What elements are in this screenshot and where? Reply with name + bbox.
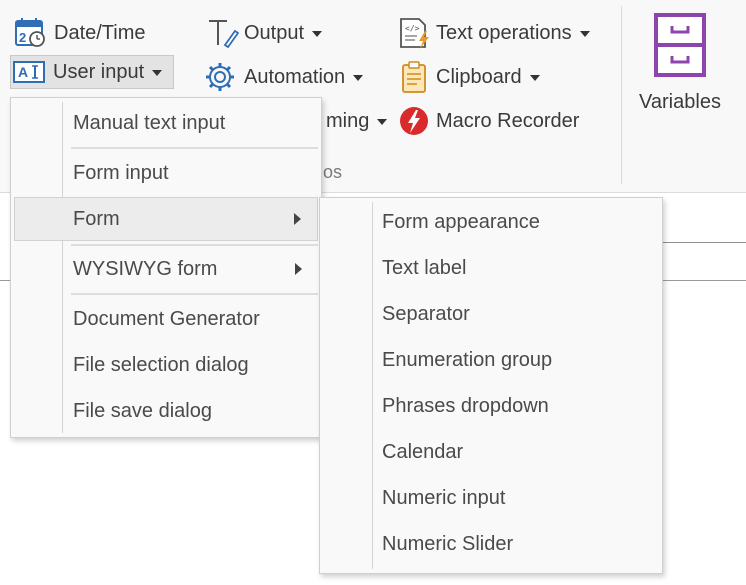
submenu-item-separator[interactable]: Separator (323, 292, 659, 336)
pen-output-icon (204, 16, 240, 50)
text-cursor-icon: A (11, 55, 47, 89)
clipboard-icon (396, 60, 432, 94)
submenu-item-label: Text label (382, 256, 467, 279)
programming-label: ming (326, 109, 370, 132)
submenu-item-calendar[interactable]: Calendar (323, 430, 659, 474)
calendar-icon: 2 (12, 16, 48, 50)
output-label: Output (244, 21, 305, 44)
menu-item-label: Form (73, 207, 120, 230)
menu-item-file-save-dialog[interactable]: File save dialog (14, 389, 318, 433)
submenu-arrow-icon (295, 263, 302, 275)
cabinet-icon (653, 12, 707, 83)
menu-item-manual-text-input[interactable]: Manual text input (14, 101, 318, 145)
menu-item-label: File save dialog (73, 399, 212, 422)
date-time-button[interactable]: 2 Date/Time (12, 16, 146, 50)
submenu-item-label: Phrases dropdown (382, 394, 549, 417)
user-input-menu: Manual text input Form input Form WYSIWY… (10, 97, 322, 438)
automation-button[interactable]: Automation (202, 60, 364, 94)
variables-label: Variables (639, 91, 721, 113)
text-operations-label: Text operations (436, 21, 572, 44)
user-input-button[interactable]: A User input (10, 55, 174, 89)
submenu-item-label: Form appearance (382, 210, 540, 233)
submenu-item-label: Calendar (382, 440, 464, 463)
submenu-item-enumeration-group[interactable]: Enumeration group (323, 338, 659, 382)
submenu-item-label: Enumeration group (382, 348, 553, 371)
gear-icon (202, 60, 238, 94)
submenu-item-label: Numeric Slider (382, 532, 514, 555)
variables-button[interactable]: Variables (632, 12, 728, 122)
clipboard-label: Clipboard (436, 65, 522, 88)
svg-text:2: 2 (19, 30, 26, 45)
menu-item-file-selection-dialog[interactable]: File selection dialog (14, 343, 318, 387)
date-time-label: Date/Time (54, 21, 146, 44)
menu-item-form[interactable]: Form (14, 197, 318, 241)
submenu-item-label: Separator (382, 302, 470, 325)
menu-item-label: Form input (73, 161, 169, 184)
menu-item-label: Document Generator (73, 307, 260, 330)
chevron-down-icon (377, 119, 388, 125)
menu-separator (71, 293, 318, 295)
chevron-down-icon (152, 70, 163, 76)
svg-text:A: A (18, 64, 28, 80)
group-separator (621, 6, 622, 184)
text-operations-button[interactable]: </> Text operations (396, 16, 590, 50)
submenu-item-form-appearance[interactable]: Form appearance (323, 200, 659, 244)
group-label: os (323, 162, 343, 182)
macro-recorder-button[interactable]: Macro Recorder (396, 104, 579, 138)
code-document-icon: </> (396, 16, 432, 50)
macro-recorder-label: Macro Recorder (436, 109, 580, 132)
submenu-item-text-label[interactable]: Text label (323, 246, 659, 290)
menu-item-form-input[interactable]: Form input (14, 151, 318, 195)
form-submenu: Form appearance Text label Separator Enu… (319, 197, 663, 574)
submenu-item-numeric-input[interactable]: Numeric input (323, 476, 659, 520)
submenu-item-phrases-dropdown[interactable]: Phrases dropdown (323, 384, 659, 428)
svg-text:</>: </> (405, 24, 420, 33)
chevron-down-icon (529, 75, 540, 81)
menu-item-label: File selection dialog (73, 353, 249, 376)
automation-label: Automation (244, 65, 346, 88)
chevron-down-icon (579, 31, 590, 37)
submenu-item-label: Numeric input (382, 486, 506, 509)
menu-separator (71, 147, 318, 149)
menu-item-wysiwyg-form[interactable]: WYSIWYG form (14, 247, 318, 291)
menu-item-document-generator[interactable]: Document Generator (14, 297, 318, 341)
lightning-macro-icon (396, 104, 432, 138)
chevron-down-icon (353, 75, 364, 81)
programming-button[interactable]: ming (326, 104, 388, 138)
output-button[interactable]: Output (204, 16, 323, 50)
chevron-down-icon (312, 31, 323, 37)
user-input-label: User input (53, 60, 145, 83)
menu-item-label: WYSIWYG form (73, 257, 218, 280)
submenu-arrow-icon (294, 213, 301, 225)
clipboard-button[interactable]: Clipboard (396, 60, 540, 94)
submenu-item-numeric-slider[interactable]: Numeric Slider (323, 522, 659, 566)
menu-separator (71, 244, 318, 246)
menu-item-label: Manual text input (73, 111, 226, 134)
